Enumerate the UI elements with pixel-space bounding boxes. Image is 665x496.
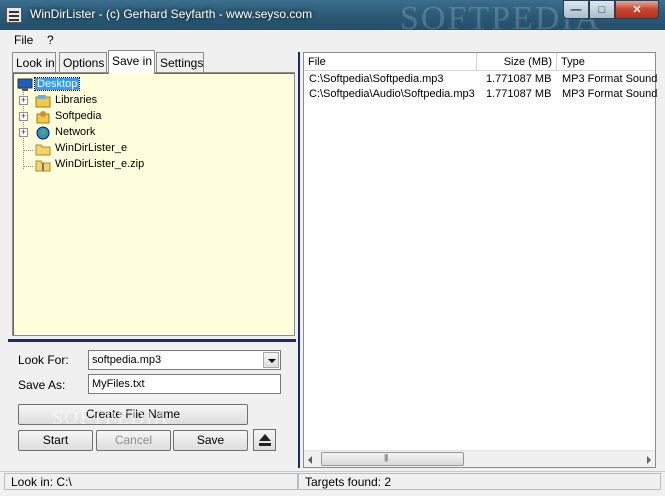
results-list[interactable]: File Size (MB) Type C:\Softpedia\Softped… (303, 52, 658, 468)
network-icon (35, 126, 51, 140)
save-as-input[interactable] (89, 375, 280, 393)
tree-item-network[interactable]: + Network (13, 125, 293, 141)
folder-icon (35, 142, 51, 156)
horizontal-scrollbar[interactable] (304, 450, 655, 467)
menu-bar: File ? (0, 30, 665, 50)
status-targets-found: Targets found: 2 (298, 473, 661, 490)
maximize-icon: □ (598, 3, 606, 16)
tab-save-in[interactable]: Save in (108, 50, 155, 74)
tab-settings[interactable]: Settings (156, 52, 204, 72)
tree-label-softpedia[interactable]: Softpedia (53, 110, 103, 122)
column-header-file[interactable]: File (304, 53, 477, 71)
title-bar[interactable]: WinDirLister - (c) Gerhard Seyfarth - ww… (0, 0, 665, 37)
tree-label-windirlister-e-zip[interactable]: WinDirLister_e.zip (53, 158, 146, 170)
vertical-splitter[interactable] (296, 52, 302, 468)
cell-size: 1.771087 MB (486, 88, 552, 100)
close-icon: ✕ (632, 4, 642, 16)
zip-folder-icon (35, 158, 51, 172)
tree-label-windirlister-e[interactable]: WinDirLister_e (53, 142, 129, 154)
window-controls: — □ ✕ (563, 0, 659, 19)
expand-icon[interactable]: + (19, 96, 28, 105)
menu-file[interactable]: File (14, 33, 33, 47)
window-title: WinDirLister - (c) Gerhard Seyfarth - ww… (30, 7, 313, 21)
tree-item-libraries[interactable]: + Libraries (13, 93, 293, 109)
status-look-in: Look in: C:\ (4, 473, 298, 490)
cell-type: MP3 Format Sound (562, 73, 658, 85)
minimize-icon: — (570, 3, 582, 16)
maximize-button[interactable]: □ (589, 0, 615, 19)
tree-label-libraries[interactable]: Libraries (53, 94, 99, 106)
close-button[interactable]: ✕ (615, 0, 659, 19)
scroll-right-icon[interactable] (647, 456, 651, 464)
tree-label-desktop[interactable]: Desktop (33, 77, 81, 91)
eject-button[interactable] (253, 429, 276, 451)
tab-look-in[interactable]: Look in (12, 52, 56, 72)
list-header: File Size (MB) Type (304, 53, 655, 71)
scroll-left-icon[interactable] (308, 456, 312, 464)
minimize-button[interactable]: — (563, 0, 589, 19)
cell-file: C:\Softpedia\Softpedia.mp3 (309, 73, 444, 85)
tree-item-softpedia[interactable]: + Softpedia (13, 109, 293, 125)
start-button[interactable]: Start (18, 430, 93, 451)
expand-icon[interactable]: + (19, 112, 28, 121)
scroll-thumb[interactable] (321, 452, 464, 466)
cell-type: MP3 Format Sound (562, 88, 658, 100)
menu-help[interactable]: ? (47, 33, 54, 47)
expand-icon[interactable]: + (19, 128, 28, 137)
dropdown-arrow-icon[interactable] (263, 352, 279, 368)
tree-item-desktop[interactable]: - Desktop (13, 77, 293, 93)
save-button[interactable]: Save (173, 430, 248, 451)
app-icon[interactable] (6, 7, 22, 23)
status-bar: Look in: C:\ Targets found: 2 (0, 471, 665, 490)
cell-file: C:\Softpedia\Audio\Softpedia.mp3 (309, 88, 475, 100)
column-header-size[interactable]: Size (MB) (477, 53, 557, 71)
tree-label-network[interactable]: Network (53, 126, 97, 138)
look-for-value: softpedia.mp3 (92, 354, 162, 366)
desktop-icon (17, 78, 33, 92)
libraries-icon (35, 94, 51, 108)
column-header-type[interactable]: Type (557, 53, 657, 71)
horizontal-splitter[interactable] (8, 338, 298, 343)
cell-size: 1.771087 MB (486, 73, 552, 85)
look-for-label: Look For: (18, 353, 69, 367)
cancel-button[interactable]: Cancel (96, 430, 171, 451)
tree-item-windirlister-e[interactable]: WinDirLister_e (13, 141, 293, 157)
tab-options[interactable]: Options (59, 52, 107, 72)
user-folder-icon (35, 110, 51, 124)
tree-item-windirlister-e-zip[interactable]: WinDirLister_e.zip (13, 157, 293, 173)
create-file-name-button[interactable]: Create File Name (18, 404, 248, 425)
save-as-label: Save As: (18, 378, 66, 392)
folder-tree[interactable]: - Desktop + Libraries + Softpedia + Netw… (12, 72, 295, 336)
look-for-combobox[interactable]: softpedia.mp3 (88, 350, 281, 370)
save-as-field[interactable] (88, 374, 281, 394)
